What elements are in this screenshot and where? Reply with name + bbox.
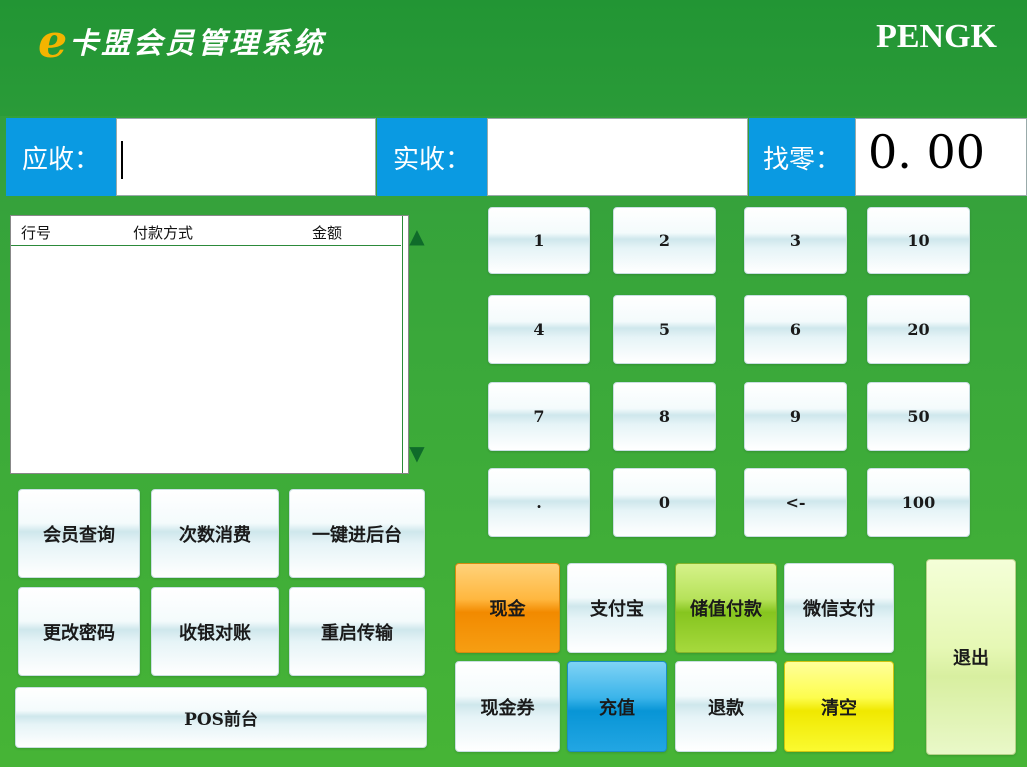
key-6[interactable]: 6 [744, 295, 847, 364]
key-100[interactable]: 100 [867, 468, 970, 537]
key-1[interactable]: 1 [488, 207, 590, 274]
column-payment-method: 付款方式 [133, 224, 194, 242]
change-password-button[interactable]: 更改密码 [18, 587, 140, 676]
key-5[interactable]: 5 [613, 295, 716, 364]
member-query-button[interactable]: 会员查询 [18, 489, 140, 578]
receivable-label: 应收： [6, 118, 116, 196]
key-0[interactable]: 0 [613, 468, 716, 537]
amount-row: 应收： 实收： 找零： 0. 00 [0, 118, 1027, 196]
refund-button[interactable]: 退款 [675, 661, 777, 752]
scrollbar-track[interactable] [402, 216, 403, 473]
pos-front-button[interactable]: POS前台 [15, 687, 427, 748]
app-logo: e 卡盟会员管理系统 [38, 18, 325, 64]
key-7[interactable]: 7 [488, 382, 590, 451]
receivable-input[interactable] [116, 118, 376, 196]
exit-button[interactable]: 退出 [926, 559, 1016, 755]
key-3[interactable]: 3 [744, 207, 847, 274]
key-dot[interactable]: . [488, 468, 590, 537]
app-title: 卡盟会员管理系统 [69, 26, 326, 60]
change-label: 找零： [749, 118, 855, 196]
alipay-button[interactable]: 支付宝 [567, 563, 667, 653]
column-row-number: 行号 [21, 224, 52, 242]
cash-button[interactable]: 现金 [455, 563, 560, 653]
grid-header: 行号 付款方式 金额 [11, 216, 401, 246]
received-input[interactable] [487, 118, 748, 196]
key-10[interactable]: 10 [867, 207, 970, 274]
change-value: 0. 00 [868, 125, 986, 179]
scroll-down-icon[interactable]: ▼ [407, 441, 427, 465]
payment-grid[interactable]: 行号 付款方式 金额 ▲ ▼ [10, 215, 425, 474]
count-consume-button[interactable]: 次数消费 [151, 489, 279, 578]
text-caret [121, 141, 123, 179]
column-amount: 金额 [312, 224, 343, 242]
scroll-up-icon[interactable]: ▲ [407, 224, 427, 248]
key-2[interactable]: 2 [613, 207, 716, 274]
recharge-button[interactable]: 充值 [567, 661, 667, 752]
app-header: e 卡盟会员管理系统 PENGK [0, 0, 1027, 116]
voucher-button[interactable]: 现金券 [455, 661, 560, 752]
key-50[interactable]: 50 [867, 382, 970, 451]
stored-value-button[interactable]: 储值付款 [675, 563, 777, 653]
key-9[interactable]: 9 [744, 382, 847, 451]
logo-e-icon: e [38, 14, 68, 68]
wechat-pay-button[interactable]: 微信支付 [784, 563, 894, 653]
key-4[interactable]: 4 [488, 295, 590, 364]
backspace-key[interactable]: <- [744, 468, 847, 537]
key-20[interactable]: 20 [867, 295, 970, 364]
backend-button[interactable]: 一键进后台 [289, 489, 425, 578]
clear-button[interactable]: 清空 [784, 661, 894, 752]
received-label: 实收： [377, 118, 487, 196]
restart-transfer-button[interactable]: 重启传输 [289, 587, 425, 676]
brand-name: PENGK [876, 18, 997, 55]
change-display: 0. 00 [855, 118, 1027, 196]
reconcile-button[interactable]: 收银对账 [151, 587, 279, 676]
key-8[interactable]: 8 [613, 382, 716, 451]
